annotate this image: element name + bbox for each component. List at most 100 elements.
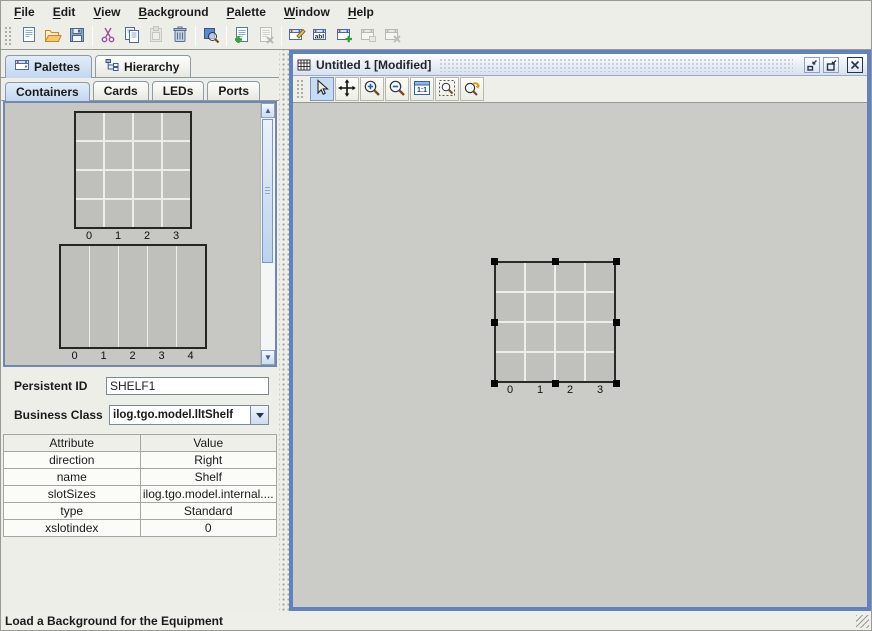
palette-scrollbar[interactable]: ▲ ▼ — [260, 103, 275, 365]
scroll-up-button[interactable]: ▲ — [261, 103, 275, 118]
palette-delete-button — [381, 24, 405, 48]
shelf-grid — [494, 261, 616, 383]
attribute-value-cell[interactable]: ilog.tgo.model.internal.... — [140, 486, 277, 503]
new-document-button[interactable] — [17, 24, 41, 48]
menu-view[interactable]: View — [84, 3, 129, 21]
attribute-row-xslotindex[interactable]: xslotindex0 — [4, 520, 277, 537]
shelf-slot — [76, 171, 103, 198]
selected-shelf-object[interactable]: 0123 — [494, 261, 616, 396]
preview-button[interactable] — [199, 24, 223, 48]
shelf-slot — [496, 263, 524, 291]
save-button[interactable] — [65, 24, 89, 48]
shelf-slot — [163, 113, 190, 140]
copy-button[interactable] — [120, 24, 144, 48]
view-toolbar-drag-handle[interactable] — [296, 79, 305, 100]
zoom-out-tool-button[interactable] — [385, 77, 409, 101]
scroll-down-button[interactable]: ▼ — [261, 350, 275, 365]
internal-frame-titlebar[interactable]: Untitled 1 [Modified] — [293, 54, 867, 76]
slot-index-label: 2 — [119, 350, 147, 362]
menu-background[interactable]: Background — [130, 3, 218, 21]
new-palette-button[interactable] — [285, 24, 309, 48]
slot-index-label: 2 — [134, 230, 161, 242]
selection-handle[interactable] — [491, 319, 498, 326]
attribute-row-direction[interactable]: directionRight — [4, 452, 277, 469]
shelf-slot — [586, 353, 614, 381]
selection-handle[interactable] — [552, 258, 559, 265]
selection-handle[interactable] — [491, 258, 498, 265]
attribute-value-cell[interactable]: 0 — [140, 520, 277, 537]
shelf-slot — [496, 353, 524, 381]
tab-containers[interactable]: Containers — [5, 82, 90, 101]
tab-cards[interactable]: Cards — [93, 81, 149, 100]
attribute-row-type[interactable]: typeStandard — [4, 503, 277, 520]
slot-index-label: 0 — [496, 384, 524, 396]
split-pane-divider[interactable] — [279, 50, 289, 611]
attribute-value-cell[interactable]: Right — [140, 452, 277, 469]
cut-button[interactable] — [96, 24, 120, 48]
preview-icon — [201, 25, 221, 48]
business-class-combobox[interactable]: ilog.tgo.model.lltShelf — [109, 405, 269, 425]
shelf-slot — [586, 323, 614, 351]
delete-button[interactable] — [168, 24, 192, 48]
persistent-id-input[interactable] — [106, 377, 269, 395]
palette-item-shelf-4x4[interactable]: 0123 — [74, 111, 192, 242]
zoom-one-to-one-tool-button[interactable]: 1:1 — [410, 77, 434, 101]
menu-window[interactable]: Window — [275, 3, 339, 21]
attribute-name-cell[interactable]: type — [4, 503, 141, 520]
selection-handle[interactable] — [491, 380, 498, 387]
slot-index-label: 0 — [61, 350, 89, 362]
scrollbar-thumb[interactable] — [262, 119, 273, 263]
delete-icon — [170, 25, 190, 48]
attribute-value-cell[interactable]: Shelf — [140, 469, 277, 486]
attribute-row-name[interactable]: nameShelf — [4, 469, 277, 486]
load-background-button[interactable] — [230, 24, 254, 48]
maximize-button[interactable] — [823, 57, 839, 73]
tab-label: Ports — [218, 84, 249, 98]
attribute-table-header-cell: Attribute — [4, 435, 141, 452]
shelf-slot — [177, 246, 205, 347]
equipment-canvas[interactable]: 0123 — [293, 103, 867, 607]
menu-file[interactable]: File — [5, 3, 44, 21]
selection-handle[interactable] — [613, 319, 620, 326]
shelf-slot — [496, 323, 524, 351]
zoom-in-tool-button[interactable] — [360, 77, 384, 101]
selection-handle[interactable] — [613, 380, 620, 387]
pan-tool-button[interactable] — [335, 77, 359, 101]
tab-leds[interactable]: LEDs — [152, 81, 205, 100]
menu-palette[interactable]: Palette — [218, 3, 275, 21]
tab-hierarchy[interactable]: Hierarchy — [95, 55, 191, 77]
palette-action-icon — [359, 25, 379, 48]
menu-edit[interactable]: Edit — [44, 3, 85, 21]
tab-palettes[interactable]: Palettes — [5, 55, 92, 78]
shelf-4x4-grid — [74, 111, 192, 229]
interactive-zoom-tool-button[interactable] — [460, 77, 484, 101]
attribute-value-cell[interactable]: Standard — [140, 503, 277, 520]
attribute-name-cell[interactable]: name — [4, 469, 141, 486]
toolbar-drag-handle[interactable] — [4, 26, 13, 47]
fit-to-contents-tool-button[interactable] — [435, 77, 459, 101]
combo-dropdown-button[interactable] — [250, 406, 268, 424]
add-to-palette-button[interactable] — [333, 24, 357, 48]
attribute-name-cell[interactable]: slotSizes — [4, 486, 141, 503]
attribute-table: AttributeValue directionRightnameShelfsl… — [3, 434, 277, 537]
attribute-row-slotSizes[interactable]: slotSizesilog.tgo.model.internal.... — [4, 486, 277, 503]
iconify-button[interactable] — [804, 57, 820, 73]
menu-help[interactable]: Help — [339, 3, 383, 21]
palette-item-shelf-5-slot[interactable]: 01234 — [59, 244, 207, 362]
selection-handle[interactable] — [552, 380, 559, 387]
shelf-slot — [76, 200, 103, 227]
close-button[interactable] — [847, 57, 863, 73]
select-tool-button[interactable] — [310, 77, 334, 101]
tab-ports[interactable]: Ports — [207, 81, 260, 100]
selection-handle[interactable] — [613, 258, 620, 265]
window-resize-grip[interactable] — [856, 615, 869, 628]
attribute-name-cell[interactable]: xslotindex — [4, 520, 141, 537]
rename-palette-button[interactable]: abI — [309, 24, 333, 48]
attribute-name-cell[interactable]: direction — [4, 452, 141, 469]
tab-label: Cards — [104, 84, 138, 98]
shelf-slot — [134, 200, 161, 227]
main-tab-row: PalettesHierarchy — [1, 53, 279, 78]
status-message: Load a Background for the Equipment — [5, 614, 223, 628]
attribute-table-header-cell: Value — [140, 435, 277, 452]
open-folder-button[interactable] — [41, 24, 65, 48]
